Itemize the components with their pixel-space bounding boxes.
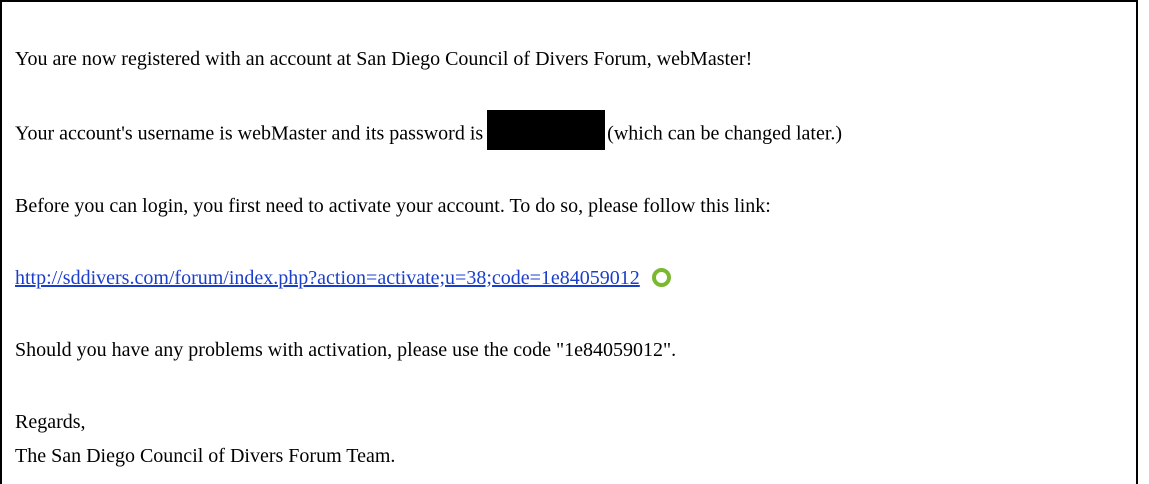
- registration-confirmation-text: You are now registered with an account a…: [15, 48, 753, 70]
- password-change-note: (which can be changed later.): [607, 122, 843, 145]
- email-body-frame: You are now registered with an account a…: [0, 0, 1138, 484]
- signature-text: The San Diego Council of Divers Forum Te…: [15, 445, 396, 467]
- account-credentials-line: Your account's username is webMaster and…: [15, 110, 843, 150]
- regards-text: Regards,: [15, 411, 86, 433]
- activation-instructions-text: Before you can login, you first need to …: [15, 195, 771, 217]
- username-password-text: Your account's username is webMaster and…: [15, 122, 484, 145]
- activation-code-text: Should you have any problems with activa…: [15, 339, 677, 361]
- activation-link[interactable]: http://sddivers.com/forum/index.php?acti…: [15, 267, 640, 289]
- password-redaction: [487, 110, 606, 150]
- activation-link-line: http://sddivers.com/forum/index.php?acti…: [15, 266, 671, 290]
- green-ring-icon[interactable]: [651, 267, 671, 287]
